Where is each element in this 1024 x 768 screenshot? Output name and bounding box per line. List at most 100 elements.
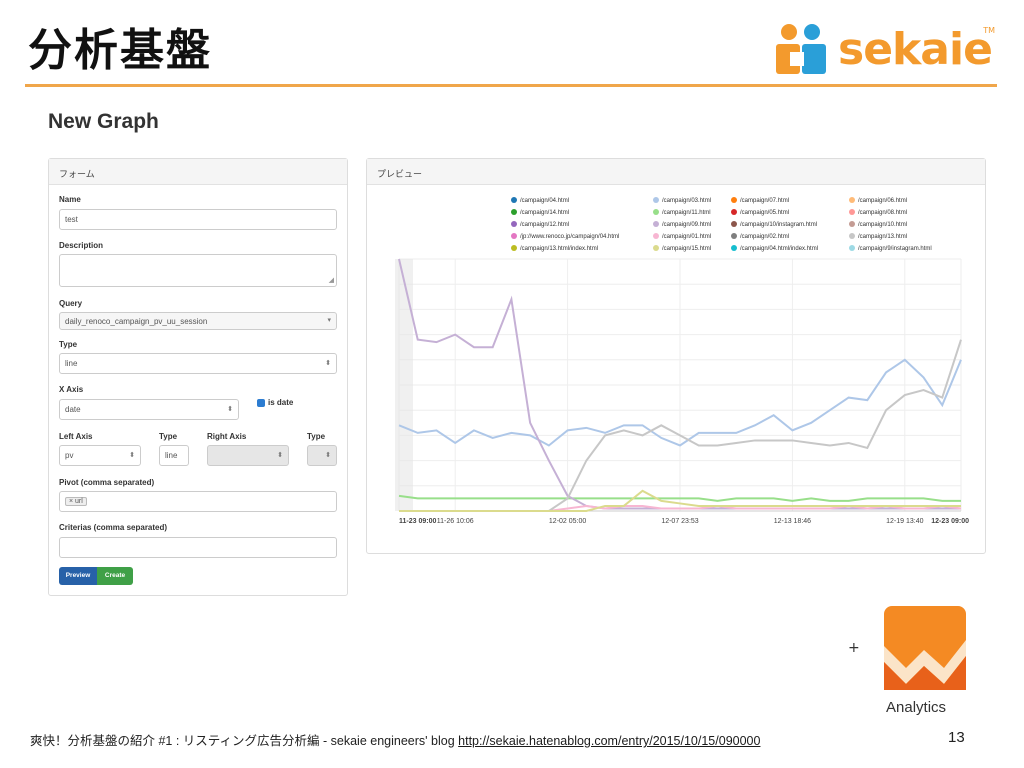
legend-label: /jp://www.renoco.jp/campaign/04.html: [520, 234, 620, 240]
legend-swatch: [653, 245, 659, 251]
resize-grip-icon[interactable]: ◢: [329, 276, 334, 284]
legend-label: /campaign/04.html: [520, 198, 570, 204]
description-label: Description: [59, 241, 104, 250]
legend-swatch: [653, 209, 659, 215]
legend-swatch: [511, 233, 517, 239]
legend-label: /campaign/12.html: [520, 222, 570, 228]
updown-arrow-icon: ⬍: [227, 406, 233, 413]
legend-label: /campaign/09.html: [662, 222, 712, 228]
updown-arrow-icon: ⬍: [325, 452, 331, 459]
legend-label: /campaign/01.html: [662, 234, 712, 240]
x-tick-label: 11-23 09:00: [399, 518, 436, 525]
legend-item[interactable]: /campaign/09.html: [653, 221, 711, 228]
legend-swatch: [731, 209, 737, 215]
legend-swatch: [511, 197, 517, 203]
x-tick-label: 12-19 13:40: [886, 518, 923, 525]
legend-item[interactable]: /campaign/04.html: [511, 197, 569, 204]
query-value: daily_renoco_campaign_pv_uu_session: [65, 317, 208, 326]
type-select[interactable]: line ⬍: [59, 353, 337, 374]
analytics-label: Analytics: [886, 699, 947, 716]
left-type-value: line: [165, 451, 178, 460]
legend-label: /campaign/04.html/index.html: [740, 246, 819, 252]
query-select[interactable]: daily_renoco_campaign_pv_uu_session ▾: [59, 312, 337, 330]
legend-item[interactable]: /campaign/08.html: [849, 209, 907, 216]
legend-item[interactable]: /campaign/12.html: [511, 221, 569, 228]
legend-label: /campaign/05.html: [740, 210, 790, 216]
chevron-down-icon: ▾: [327, 317, 331, 324]
xaxis-value: date: [65, 405, 81, 414]
legend-item[interactable]: /campaign/02.html: [731, 233, 789, 240]
type-value: line: [65, 359, 78, 368]
right-axis-select[interactable]: ⬍: [207, 445, 289, 466]
query-label: Query: [59, 299, 83, 308]
right-axis-label: Right Axis: [207, 432, 247, 441]
legend-item[interactable]: /campaign/15.html: [653, 245, 711, 252]
legend-item[interactable]: /campaign/10/instagram.html: [731, 221, 817, 228]
title-divider: [25, 84, 997, 87]
criterias-label: Criterias (comma separated): [59, 523, 168, 532]
name-input[interactable]: test: [59, 209, 337, 230]
legend-label: /campaign/13.html: [858, 234, 908, 240]
xaxis-select[interactable]: date ⬍: [59, 399, 239, 420]
legend-item[interactable]: /campaign/9/instagram.html: [849, 245, 932, 252]
plus-sign: +: [848, 640, 860, 656]
legend-label: /campaign/08.html: [858, 210, 908, 216]
preview-button[interactable]: Preview: [59, 567, 97, 585]
left-axis-select[interactable]: pv ⬍: [59, 445, 141, 466]
right-type-select[interactable]: ⬍: [307, 445, 337, 466]
legend-item[interactable]: /campaign/06.html: [849, 197, 907, 204]
type-label: Type: [59, 340, 78, 349]
legend-swatch: [849, 233, 855, 239]
legend-label: /campaign/06.html: [858, 198, 908, 204]
footer-text: 爽快！分析基盤の紹介 #1 : リスティング広告分析編 - sekaie eng…: [30, 734, 455, 748]
name-label: Name: [59, 195, 81, 204]
left-type-select[interactable]: line: [159, 445, 189, 466]
page-number: 13: [948, 729, 965, 746]
updown-arrow-icon: ⬍: [277, 452, 283, 459]
footer-link[interactable]: http://sekaie.hatenablog.com/entry/2015/…: [458, 734, 760, 748]
legend-swatch: [653, 197, 659, 203]
legend-item[interactable]: /campaign/01.html: [653, 233, 711, 240]
legend-item[interactable]: /campaign/10.html: [849, 221, 907, 228]
x-tick-label: 12-07 23:53: [661, 518, 698, 525]
legend-item[interactable]: /campaign/13.html: [849, 233, 907, 240]
legend-label: /campaign/03.html: [662, 198, 712, 204]
legend-swatch: [731, 233, 737, 239]
is-date-checkbox[interactable]: [257, 399, 265, 407]
right-type-label: Type: [307, 432, 326, 441]
legend-item[interactable]: /campaign/03.html: [653, 197, 711, 204]
legend-swatch: [731, 245, 737, 251]
legend-item[interactable]: /campaign/13.html/index.html: [511, 245, 598, 252]
create-button[interactable]: Create: [97, 567, 133, 585]
legend-item[interactable]: /campaign/05.html: [731, 209, 789, 216]
preview-panel: プレビュー /campaign/04.html/campaign/03.html…: [366, 158, 986, 554]
legend-item[interactable]: /campaign/07.html: [731, 197, 789, 204]
page-title: New Graph: [48, 110, 159, 133]
legend-label: /campaign/9/instagram.html: [858, 246, 932, 252]
legend-item[interactable]: /campaign/11.html: [653, 209, 711, 216]
legend-swatch: [511, 245, 517, 251]
legend-swatch: [849, 209, 855, 215]
description-textarea[interactable]: ◢: [59, 254, 337, 287]
legend-swatch: [849, 221, 855, 227]
legend-item[interactable]: /campaign/14.html: [511, 209, 569, 216]
legend-item[interactable]: /campaign/04.html/index.html: [731, 245, 818, 252]
legend-swatch: [849, 245, 855, 251]
x-tick-label: 12-02 05:00: [549, 518, 586, 525]
legend-item[interactable]: /jp://www.renoco.jp/campaign/04.html: [511, 233, 619, 240]
legend-label: /campaign/11.html: [662, 210, 711, 216]
sekaie-logo: sekaie TM: [772, 22, 997, 80]
x-tick-label: 12-13 18:46: [774, 518, 811, 525]
legend-label: /campaign/07.html: [740, 198, 790, 204]
legend-swatch: [511, 209, 517, 215]
footer-citation: 爽快！分析基盤の紹介 #1 : リスティング広告分析編 - sekaie eng…: [30, 730, 760, 749]
legend-swatch: [731, 197, 737, 203]
pivot-tag[interactable]: × url: [65, 497, 87, 506]
legend-swatch: [511, 221, 517, 227]
xaxis-label: X Axis: [59, 385, 84, 394]
criterias-input[interactable]: [59, 537, 337, 558]
pivot-input[interactable]: × url: [59, 491, 337, 512]
form-panel-heading: フォーム: [49, 159, 347, 185]
legend-label: /campaign/10/instagram.html: [740, 222, 818, 228]
google-analytics-icon: [884, 606, 966, 690]
